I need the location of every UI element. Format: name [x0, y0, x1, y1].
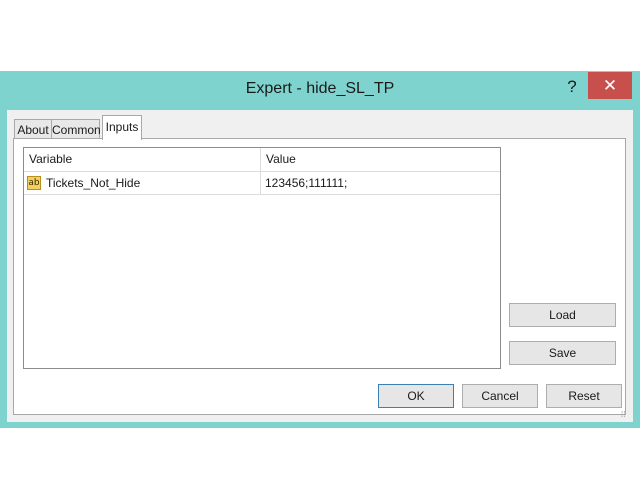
tab-common[interactable]: Common	[51, 119, 101, 139]
inputs-panel: Variable Value ab Tickets_Not_Hide 12345…	[13, 138, 626, 415]
inputs-grid[interactable]: Variable Value ab Tickets_Not_Hide 12345…	[23, 147, 501, 369]
dialog-client-area: About Common Inputs Variable Value ab Ti…	[7, 110, 633, 422]
close-button[interactable]: ✕	[588, 72, 632, 99]
save-button[interactable]: Save	[509, 341, 616, 365]
reset-button[interactable]: Reset	[546, 384, 622, 408]
resize-grip-icon[interactable]: ⁞⁞	[621, 410, 631, 420]
help-icon: ?	[567, 77, 577, 96]
window-title: Expert - hide_SL_TP	[245, 80, 395, 97]
table-row[interactable]: ab Tickets_Not_Hide 123456;111111;	[24, 172, 500, 195]
tab-inputs[interactable]: Inputs	[102, 115, 142, 140]
grid-header: Variable Value	[24, 148, 500, 172]
help-button[interactable]: ?	[560, 75, 584, 99]
load-button[interactable]: Load	[509, 303, 616, 327]
string-type-icon: ab	[27, 176, 41, 190]
variable-name: Tickets_Not_Hide	[46, 176, 141, 190]
title-bar[interactable]: Expert - hide_SL_TP ? ✕	[0, 71, 640, 109]
variable-cell[interactable]: ab Tickets_Not_Hide	[24, 172, 261, 194]
cancel-button[interactable]: Cancel	[462, 384, 538, 408]
close-icon: ✕	[602, 76, 618, 95]
ok-button[interactable]: OK	[378, 384, 454, 408]
value-cell[interactable]: 123456;111111;	[261, 172, 500, 194]
column-header-variable[interactable]: Variable	[24, 148, 261, 171]
column-header-value[interactable]: Value	[261, 148, 500, 171]
expert-dialog: Expert - hide_SL_TP ? ✕ About Common Inp…	[0, 71, 640, 428]
tab-about[interactable]: About	[14, 119, 52, 139]
